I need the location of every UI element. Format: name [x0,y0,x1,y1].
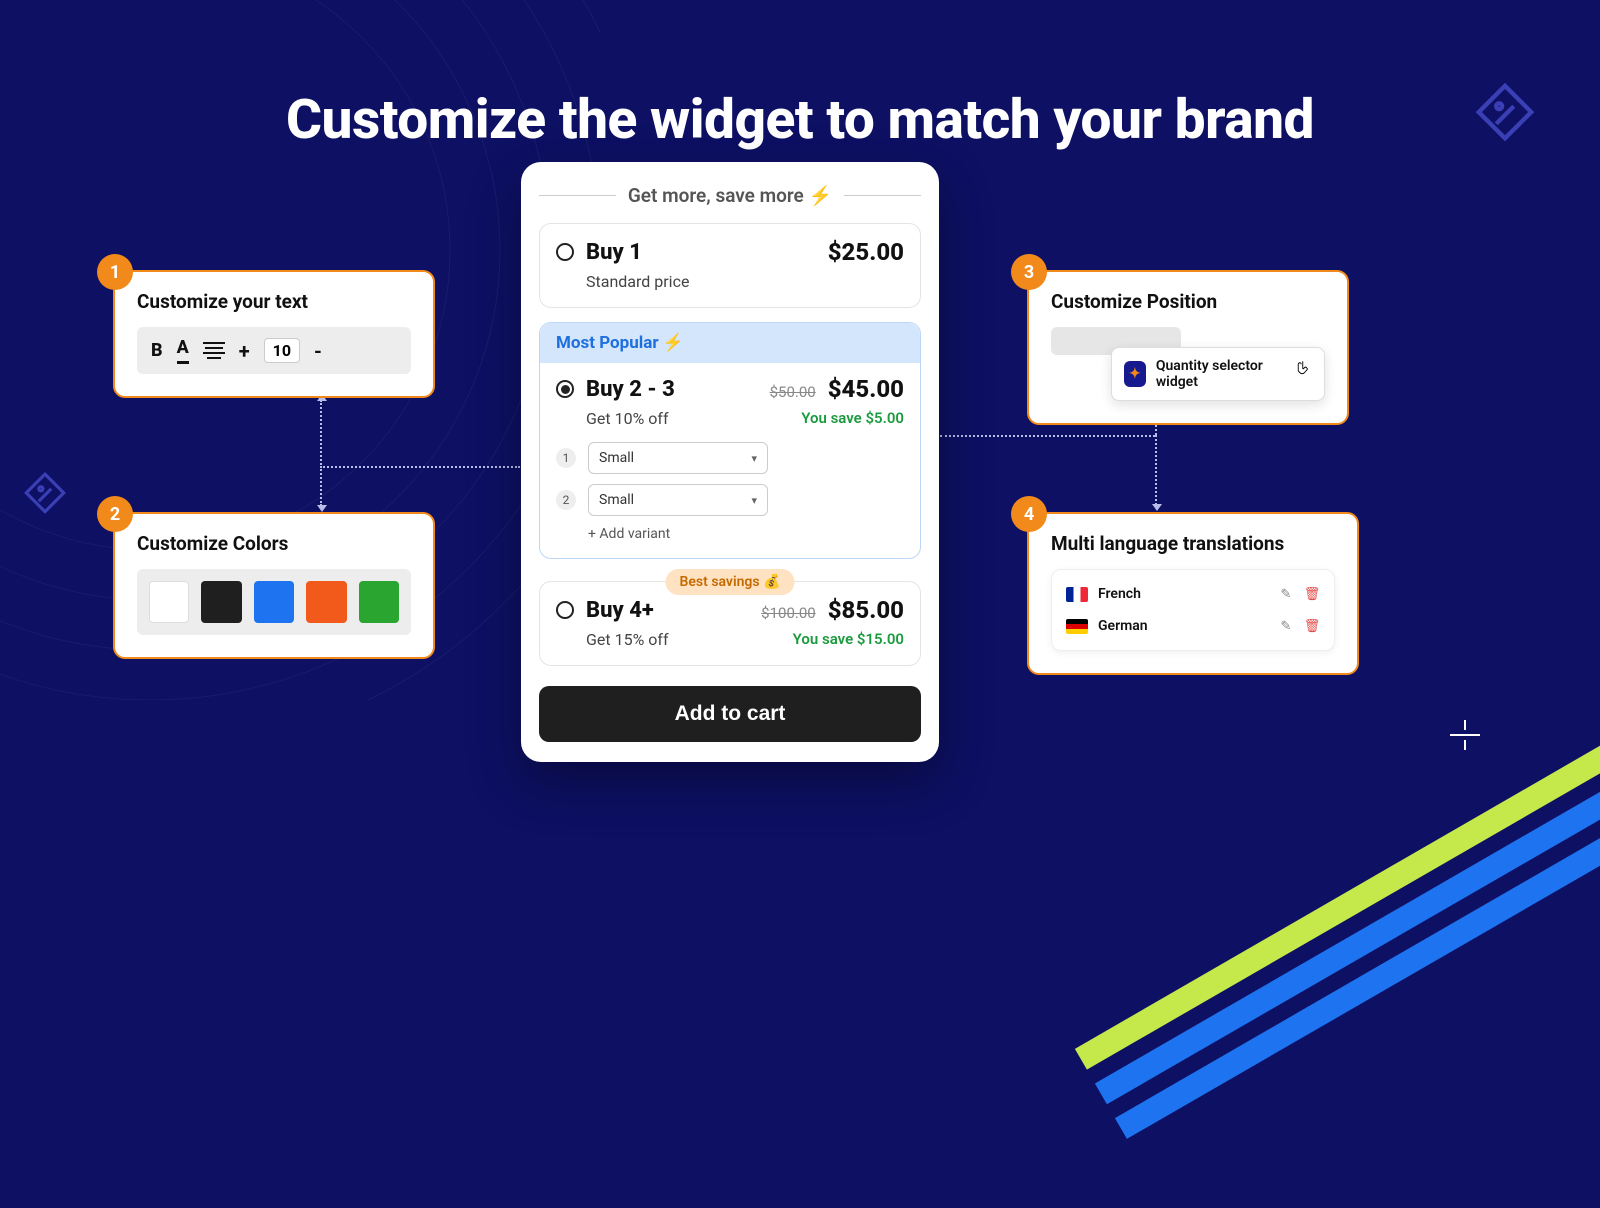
bold-button[interactable]: B [151,340,163,361]
tier-save: You save $5.00 [801,409,904,428]
discount-tag-icon [20,470,70,520]
tier-strike: $100.00 [761,604,816,622]
font-size-input[interactable]: 10 [264,338,300,363]
variant-select[interactable]: Small ▾ [588,484,768,516]
card-title: Customize your text [137,290,411,313]
add-variant-button[interactable]: + Add variant [556,526,904,542]
variant-row: 2 Small ▾ [556,484,904,516]
card-title: Customize Colors [137,532,411,555]
card-title: Customize Position [1051,290,1325,313]
tier-sub: Standard price [586,272,689,291]
radio-checked-icon[interactable] [556,380,574,398]
card-customize-position: 3 Customize Position ✦ Quantity selector… [1027,270,1349,425]
tier-save: You save $15.00 [793,630,904,649]
widget-header: Get more, save more ⚡ [539,184,921,207]
tier-price: $85.00 [828,596,904,624]
variant-index: 2 [556,490,576,510]
language-name: French [1098,586,1141,602]
card-title: Multi language translations [1051,532,1335,555]
most-popular-banner: Most Popular ⚡ [540,323,920,363]
card-customize-colors: 2 Customize Colors [113,512,435,659]
tier-title: Buy 4+ [586,598,654,623]
edit-icon[interactable]: ✎ [1278,618,1294,634]
chevron-down-icon: ▾ [751,452,757,465]
radio-unchecked-icon[interactable] [556,243,574,261]
text-color-button[interactable]: A [177,337,189,364]
delete-icon[interactable]: 🗑 [1304,618,1320,634]
color-swatch[interactable] [254,581,294,623]
tier-option[interactable]: Best savings 💰 Buy 4+ $100.00 $85.00 Get… [539,581,921,666]
tier-price: $25.00 [828,238,904,266]
widget-header-text: Get more, save more ⚡ [628,184,832,207]
variant-select[interactable]: Small ▾ [588,442,768,474]
discount-widget: Get more, save more ⚡ Buy 1 $25.00 Stand… [521,162,939,762]
hero-title: Customize the widget to match your brand [0,0,1600,152]
variant-value: Small [599,492,634,508]
pointer-cursor-icon [1296,358,1314,382]
best-savings-badge: Best savings 💰 [666,569,795,595]
flag-fr-icon [1066,587,1088,602]
decrease-size-button[interactable]: - [314,339,322,363]
delete-icon[interactable]: 🗑 [1304,586,1320,602]
language-name: German [1098,618,1148,634]
card-translations: 4 Multi language translations French ✎ 🗑… [1027,512,1359,675]
card-badge: 3 [1011,254,1047,290]
chevron-down-icon: ▾ [751,494,757,507]
tier-sub: Get 15% off [586,630,669,649]
tier-price: $45.00 [828,375,904,403]
card-badge: 1 [97,254,133,290]
card-customize-text: 1 Customize your text B A + 10 - [113,270,435,398]
text-toolbar: B A + 10 - [137,327,411,374]
add-to-cart-button[interactable]: Add to cart [539,686,921,742]
align-button[interactable] [203,342,225,359]
color-swatch[interactable] [201,581,241,623]
color-swatch[interactable] [359,581,399,623]
tier-option[interactable]: Buy 1 $25.00 Standard price [539,223,921,308]
app-icon: ✦ [1124,361,1146,387]
variant-list: 1 Small ▾ 2 Small ▾ + Add variant [556,442,904,542]
color-swatches [137,569,411,635]
language-row: German ✎ 🗑 [1066,610,1320,642]
variant-value: Small [599,450,634,466]
chip-label: Quantity selector widget [1156,358,1284,390]
language-row: French ✎ 🗑 [1066,578,1320,610]
card-badge: 2 [97,496,133,532]
card-badge: 4 [1011,496,1047,532]
color-swatch[interactable] [306,581,346,623]
tier-title: Buy 1 [586,240,642,265]
tier-sub: Get 10% off [586,409,669,428]
tier-strike: $50.00 [770,383,816,401]
language-list: French ✎ 🗑 German ✎ 🗑 [1051,569,1335,651]
variant-row: 1 Small ▾ [556,442,904,474]
color-swatch[interactable] [149,581,189,623]
widget-block-chip[interactable]: ✦ Quantity selector widget [1111,347,1325,401]
edit-icon[interactable]: ✎ [1278,586,1294,602]
radio-unchecked-icon[interactable] [556,601,574,619]
increase-size-button[interactable]: + [239,339,250,363]
flag-de-icon [1066,619,1088,634]
crosshair-icon [1450,720,1480,750]
variant-index: 1 [556,448,576,468]
tier-option-selected[interactable]: Most Popular ⚡ Buy 2 - 3 $50.00 $45.00 G… [539,322,921,559]
tier-title: Buy 2 - 3 [586,377,675,402]
